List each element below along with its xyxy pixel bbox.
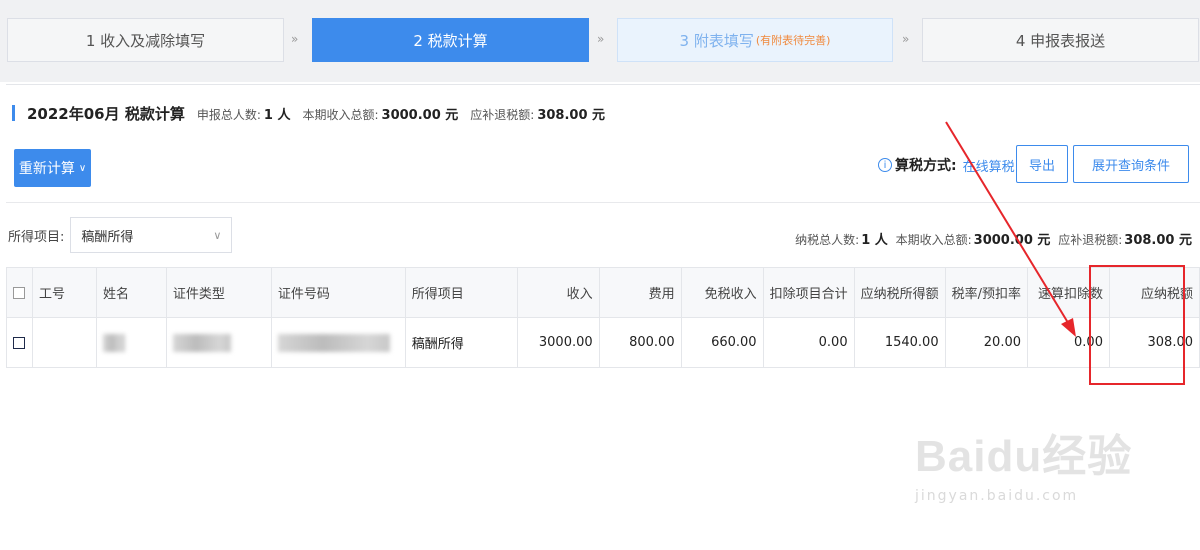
watermark-logo: Baidu经验 <box>915 432 1133 481</box>
cell-income: 3000.00 <box>516 317 600 368</box>
step-label: 3 附表填写 <box>679 31 754 50</box>
filter-label: 所得项目: <box>8 229 65 245</box>
summary-income-label: 本期收入总额: <box>895 233 972 247</box>
col-name: 姓名 <box>95 267 167 318</box>
expand-query-label: 展开查询条件 <box>1091 158 1170 174</box>
watermark-url: jingyan.baidu.com <box>915 488 1079 504</box>
cell-id-number <box>270 317 406 368</box>
redacted-name <box>102 333 125 352</box>
info-icon[interactable]: i <box>878 158 892 172</box>
income-total: 本期收入总额: 3000.00 元 <box>302 104 458 123</box>
declare-count: 申报总人数: 1 人 <box>197 104 291 123</box>
tax-method-value[interactable]: 在线算税 <box>963 156 1015 175</box>
col-income: 收入 <box>516 267 600 318</box>
col-quick-deduction: 速算扣除数 <box>1027 267 1110 318</box>
recalculate-button[interactable]: 重新计算 ∨ <box>14 149 91 187</box>
tax-due: 应补退税额: 308.00 元 <box>470 104 605 123</box>
tax-due-label: 应补退税额: <box>470 108 535 122</box>
expand-query-button[interactable]: 展开查询条件 <box>1073 145 1189 183</box>
step-label: 2 税款计算 <box>413 31 488 50</box>
step-label: 1 收入及减除填写 <box>85 31 206 50</box>
step-submit-report[interactable]: 4 申报表报送 <box>922 18 1199 62</box>
redacted-id-type <box>172 333 231 352</box>
taxpayers-value: 1 人 <box>861 233 888 248</box>
step-note: (有附表待完善) <box>755 34 831 47</box>
col-id-number: 证件号码 <box>270 267 406 318</box>
step-tax-calculation[interactable]: 2 税款计算 <box>312 18 589 62</box>
col-taxable-income: 应纳税所得额 <box>853 267 946 318</box>
summary-income-value: 3000.00 元 <box>973 233 1051 248</box>
tax-method-label: 算税方式: <box>895 158 957 174</box>
title-accent-bar <box>12 105 15 121</box>
income-item-select[interactable]: 稿酬所得 ∨ <box>70 217 233 253</box>
step-separator: » <box>291 32 299 46</box>
refund-label: 应补退税额: <box>1058 233 1123 247</box>
export-label: 导出 <box>1028 158 1055 174</box>
chevron-down-icon: ∨ <box>213 228 222 242</box>
col-tax-free-income: 免税收入 <box>680 267 764 318</box>
income-total-label: 本期收入总额: <box>302 108 379 122</box>
table-header-row: 工号 姓名 证件类型 证件号码 所得项目 收入 费用 免税收入 扣除项目合计 应… <box>6 267 1200 318</box>
cell-employee-id <box>31 317 97 368</box>
divider <box>6 202 1200 203</box>
taxpayers-label: 纳税总人数: <box>795 233 860 247</box>
col-income-item: 所得项目 <box>404 267 518 318</box>
declare-count-value: 1 人 <box>263 108 291 123</box>
step-attachment[interactable]: 3 附表填写 (有附表待完善) <box>617 18 893 62</box>
income-item-filter: 所得项目: 稿酬所得 ∨ <box>8 217 233 253</box>
cell-expense: 800.00 <box>598 317 682 368</box>
declare-count-label: 申报总人数: <box>196 108 261 122</box>
cell-tax-free-income: 660.00 <box>680 317 764 368</box>
cell-quick-deduction: 0.00 <box>1027 317 1110 368</box>
refund-value: 308.00 元 <box>1124 233 1192 248</box>
summary-totals: 纳税总人数: 1 人 本期收入总额: 3000.00 元 应补退税额: 308.00 … <box>795 229 1196 248</box>
checkbox-icon <box>13 286 26 299</box>
steps-bar: 1 收入及减除填写 » 2 税款计算 » 3 附表填写 (有附表待完善) » 4 … <box>0 0 1200 82</box>
checkbox-icon <box>13 336 26 349</box>
row-checkbox[interactable] <box>6 317 33 368</box>
tax-method: i 算税方式: 在线算税 <box>878 155 1015 175</box>
col-id-type: 证件类型 <box>165 267 272 318</box>
col-employee-id: 工号 <box>31 267 97 318</box>
header-row: 2022年06月 税款计算 申报总人数: 1 人 本期收入总额: 3000.00 元… <box>12 103 605 124</box>
select-all-checkbox[interactable] <box>6 267 33 318</box>
cell-deductions-total: 0.00 <box>762 317 855 368</box>
chevron-down-icon: ∨ <box>78 162 87 174</box>
cell-income-item: 稿酬所得 <box>404 317 518 368</box>
cell-name <box>95 317 167 368</box>
income-total-value: 3000.00 元 <box>381 108 459 123</box>
cell-taxable-income: 1540.00 <box>853 317 946 368</box>
col-tax-payable: 应纳税额 <box>1108 267 1200 318</box>
step-separator: » <box>902 32 910 46</box>
step-label: 4 申报表报送 <box>1015 31 1106 50</box>
page-title: 2022年06月 税款计算 <box>27 105 185 123</box>
table-row[interactable]: 稿酬所得 3000.00 800.00 660.00 0.00 1540.00 … <box>6 317 1200 368</box>
tax-due-value: 308.00 元 <box>537 108 606 123</box>
cell-tax-rate: 20.00 <box>944 317 1029 368</box>
cell-tax-payable: 308.00 <box>1108 317 1200 368</box>
select-value: 稿酬所得 <box>81 229 134 245</box>
baidu-watermark: Baidu经验 jingyan.baidu.com <box>915 420 1145 530</box>
col-deductions-total: 扣除项目合计 <box>762 267 855 318</box>
step-separator: » <box>597 32 605 46</box>
col-tax-rate: 税率/预扣率 <box>944 267 1029 318</box>
cell-id-type <box>165 317 272 368</box>
tax-table: 工号 姓名 证件类型 证件号码 所得项目 收入 费用 免税收入 扣除项目合计 应… <box>6 267 1200 368</box>
redacted-id-number <box>277 333 390 352</box>
col-expense: 费用 <box>598 267 682 318</box>
recalculate-label: 重新计算 <box>18 161 75 177</box>
export-button[interactable]: 导出 <box>1016 145 1068 183</box>
step-income-deduction[interactable]: 1 收入及减除填写 <box>7 18 284 62</box>
